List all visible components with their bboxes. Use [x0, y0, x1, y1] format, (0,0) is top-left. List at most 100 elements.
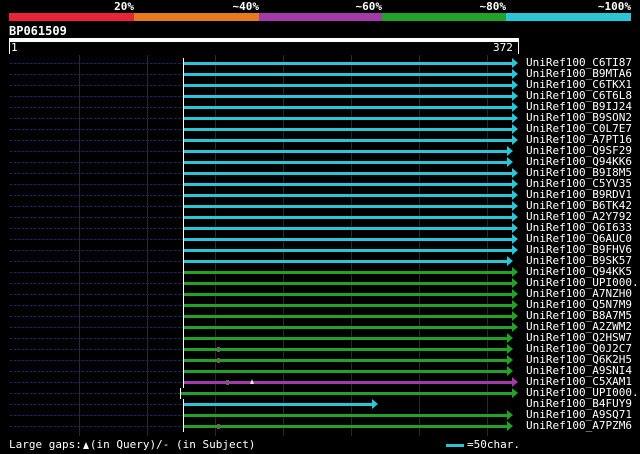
- alignment-bar[interactable]: [184, 238, 512, 241]
- alignment-arrow-icon: [512, 124, 518, 134]
- subject-gap-mark: [217, 424, 220, 429]
- scale-legend-bar: [446, 444, 464, 447]
- alignment-bar[interactable]: [184, 337, 507, 340]
- unaligned-region: [10, 305, 183, 306]
- alignment-bar[interactable]: [184, 293, 512, 296]
- alignment-bar[interactable]: [184, 183, 512, 186]
- alignment-bar[interactable]: [184, 62, 512, 65]
- alignment-arrow-icon: [372, 399, 378, 409]
- alignment-bar[interactable]: [184, 326, 512, 329]
- alignment-bar[interactable]: [184, 216, 512, 219]
- ruler-start-label: 1: [11, 41, 18, 54]
- alignment-bar[interactable]: [184, 95, 512, 98]
- hit-row[interactable]: UniRef100_A7PZM6: [0, 420, 640, 432]
- scale-band-5: [506, 13, 631, 21]
- alignment-bar[interactable]: [184, 117, 512, 120]
- unaligned-region: [10, 206, 183, 207]
- unaligned-region: [10, 415, 183, 416]
- alignment-arrow-icon: [512, 322, 518, 332]
- alignment-arrow-icon: [512, 179, 518, 189]
- unaligned-region: [10, 316, 183, 317]
- unaligned-region: [10, 272, 183, 273]
- alignment-arrow-icon: [512, 201, 518, 211]
- unaligned-region: [10, 140, 183, 141]
- alignment-bar[interactable]: [184, 315, 512, 318]
- subject-gap-mark: [226, 380, 229, 385]
- unaligned-region: [10, 63, 183, 64]
- alignment-bar[interactable]: [184, 249, 512, 252]
- alignment-bar[interactable]: [184, 84, 512, 87]
- alignment-bar[interactable]: [184, 128, 512, 131]
- alignment-arrow-icon: [512, 80, 518, 90]
- alignment-arrow-icon: [512, 102, 518, 112]
- alignment-arrow-icon: [512, 190, 518, 200]
- alignment-bar[interactable]: [184, 348, 507, 351]
- alignment-bar[interactable]: [184, 425, 507, 428]
- alignment-bar[interactable]: [184, 260, 507, 263]
- alignment-bar[interactable]: [184, 194, 512, 197]
- alignment-arrow-icon: [512, 267, 518, 277]
- alignment-bar[interactable]: [184, 73, 512, 76]
- gaps-query-text: (in Query)/: [89, 438, 163, 451]
- alignment-bar[interactable]: [184, 304, 512, 307]
- alignment-arrow-icon: [512, 300, 518, 310]
- alignment-arrow-icon: [512, 245, 518, 255]
- unaligned-region: [10, 107, 183, 108]
- scale-band-2: [134, 13, 259, 21]
- alignment-arrow-icon: [507, 157, 513, 167]
- alignment-bar[interactable]: [181, 392, 512, 395]
- unaligned-region: [10, 195, 183, 196]
- alignment-bar[interactable]: [184, 139, 512, 142]
- ruler-end-tick: [518, 42, 519, 54]
- hit-label[interactable]: UniRef100_A7PZM6: [526, 420, 632, 432]
- gaps-subject-text: - (in Subject): [162, 438, 256, 451]
- alignment-bar[interactable]: [184, 172, 512, 175]
- alignment-arrow-icon: [507, 146, 513, 156]
- alignment-bar[interactable]: [184, 403, 372, 406]
- unaligned-region: [10, 338, 183, 339]
- gaps-prefix: Large gaps:: [9, 438, 82, 451]
- alignment-arrow-icon: [512, 234, 518, 244]
- alignment-bar[interactable]: [184, 227, 512, 230]
- unaligned-region: [10, 382, 183, 383]
- subject-gap-mark: [217, 347, 220, 352]
- alignment-arrow-icon: [512, 113, 518, 123]
- alignment-arrow-icon: [512, 388, 518, 398]
- alignment-arrow-icon: [507, 256, 513, 266]
- alignment-bar[interactable]: [184, 282, 512, 285]
- alignment-arrow-icon: [507, 333, 513, 343]
- unaligned-region: [10, 85, 183, 86]
- query-id: BP061509: [9, 24, 67, 38]
- scale-band-1: [9, 13, 134, 21]
- unaligned-region: [10, 349, 183, 350]
- alignment-bar[interactable]: [184, 370, 507, 373]
- ruler-start-tick: [9, 42, 10, 54]
- alignment-bar[interactable]: [184, 150, 507, 153]
- unaligned-region: [10, 118, 183, 119]
- alignment-bar[interactable]: [184, 106, 512, 109]
- alignment-bar[interactable]: [184, 271, 512, 274]
- alignment-arrow-icon: [512, 223, 518, 233]
- alignment-bar[interactable]: [184, 414, 507, 417]
- alignment-arrow-icon: [512, 377, 518, 387]
- alignment-arrow-icon: [512, 311, 518, 321]
- alignment-arrow-icon: [512, 58, 518, 68]
- unaligned-region: [10, 327, 183, 328]
- scale-label-3: ~60%: [355, 0, 383, 13]
- alignment-bar[interactable]: [184, 381, 512, 384]
- alignment-arrow-icon: [512, 168, 518, 178]
- unaligned-region: [10, 261, 183, 262]
- query-gap-triangle-icon: [82, 442, 89, 449]
- unaligned-region: [10, 129, 183, 130]
- alignment-bar[interactable]: [184, 205, 512, 208]
- alignment-arrow-icon: [512, 278, 518, 288]
- alignment-arrow-icon: [507, 366, 513, 376]
- alignment-bar[interactable]: [184, 161, 507, 164]
- scale-label-1: 20%: [114, 0, 134, 13]
- alignment-arrow-icon: [507, 344, 513, 354]
- unaligned-region: [10, 294, 183, 295]
- unaligned-region: [10, 162, 183, 163]
- query-gap-triangle-icon: [250, 379, 254, 384]
- alignment-bar[interactable]: [184, 359, 507, 362]
- unaligned-region: [10, 151, 183, 152]
